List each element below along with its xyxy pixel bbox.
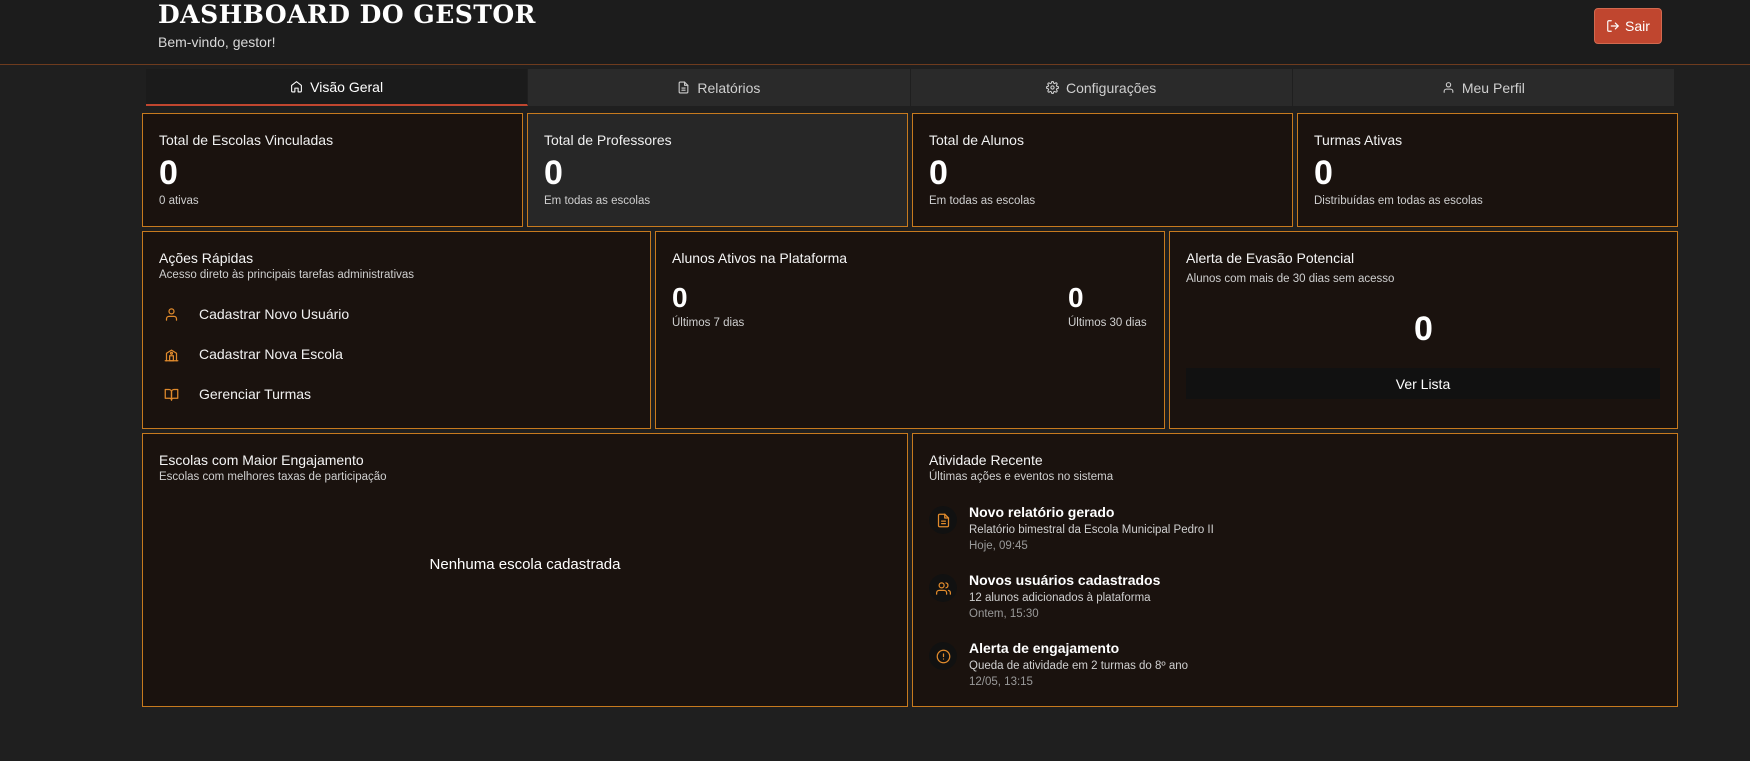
stat-card-alunos: Total de Alunos 0 Em todas as escolas xyxy=(912,113,1293,227)
activity-time: Hoje, 09:45 xyxy=(969,540,1028,552)
activity-time: Ontem, 15:30 xyxy=(969,608,1039,620)
activity-desc: Relatório bimestral da Escola Municipal … xyxy=(969,524,1214,536)
stat-value: 0 xyxy=(159,154,178,192)
alert-circle-icon xyxy=(929,642,957,670)
stat-label: Total de Escolas Vinculadas xyxy=(159,132,334,148)
activity-title: Novo relatório gerado xyxy=(969,504,1115,520)
activity-desc: 12 alunos adicionados à plataforma xyxy=(969,592,1151,604)
empty-state-text: Nenhuma escola cadastrada xyxy=(429,556,621,573)
book-icon xyxy=(159,382,183,406)
page-title: DASHBOARD DO GESTOR xyxy=(158,0,536,29)
activity-title: Alerta de engajamento xyxy=(969,640,1120,656)
tab-label: Visão Geral xyxy=(310,78,384,95)
last7-label: Últimos 7 dias xyxy=(672,317,745,329)
stat-card-professores: Total de Professores 0 Em todas as escol… xyxy=(527,113,908,227)
card-title: Atividade Recente xyxy=(929,452,1043,468)
activity-time: 12/05, 13:15 xyxy=(969,676,1033,688)
card-desc: Últimas ações e eventos no sistema xyxy=(929,471,1114,483)
activity-item: Alerta de engajamento Queda de atividade… xyxy=(929,640,1629,700)
card-title: Alerta de Evasão Potencial xyxy=(1186,250,1355,266)
card-desc: Alunos com mais de 30 dias sem acesso xyxy=(1186,273,1395,285)
stat-sub: Em todas as escolas xyxy=(544,195,651,207)
user-icon xyxy=(1443,82,1454,93)
stat-sub: Distribuídas em todas as escolas xyxy=(1314,195,1483,207)
stat-sub: Em todas as escolas xyxy=(929,195,1036,207)
top-schools-card: Escolas com Maior Engajamento Escolas co… xyxy=(142,433,908,707)
welcome-text: Bem-vindo, gestor! xyxy=(158,34,276,50)
stat-value: 0 xyxy=(1314,154,1333,192)
home-icon xyxy=(291,81,303,93)
card-desc: Acesso direto às principais tarefas admi… xyxy=(159,269,415,281)
action-label: Cadastrar Novo Usuário xyxy=(199,306,350,322)
stat-label: Total de Alunos xyxy=(929,132,1024,148)
activity-title: Novos usuários cadastrados xyxy=(969,572,1161,588)
tab-label: Meu Perfil xyxy=(1461,79,1525,96)
stat-card-turmas: Turmas Ativas 0 Distribuídas em todas as… xyxy=(1297,113,1678,227)
stat-sub: 0 ativas xyxy=(159,195,199,207)
activity-item: Novos usuários cadastrados 12 alunos adi… xyxy=(929,572,1629,632)
tab-configuracoes[interactable]: Configurações xyxy=(910,69,1293,106)
school-icon xyxy=(159,342,183,366)
stat-label: Total de Professores xyxy=(544,132,672,148)
quick-actions-card: Ações Rápidas Acesso direto às principai… xyxy=(142,231,651,429)
action-cadastrar-escola[interactable]: Cadastrar Nova Escola xyxy=(159,342,343,366)
logout-label: Sair xyxy=(1625,18,1650,34)
users-icon xyxy=(929,574,957,602)
recent-activity-card: Atividade Recente Últimas ações e evento… xyxy=(912,433,1678,707)
gear-icon xyxy=(1045,81,1059,94)
dropout-alert-card: Alerta de Evasão Potencial Alunos com ma… xyxy=(1169,231,1678,429)
document-icon xyxy=(678,81,689,94)
last30-value: 0 xyxy=(1068,282,1084,313)
top-header: DASHBOARD DO GESTOR Bem-vindo, gestor! S… xyxy=(0,0,1750,65)
tab-relatorios[interactable]: Relatórios xyxy=(528,69,911,106)
active-students-card: Alunos Ativos na Plataforma 0 Últimos 7 … xyxy=(655,231,1165,429)
tab-label: Relatórios xyxy=(697,79,761,96)
stat-label: Turmas Ativas xyxy=(1314,132,1403,148)
logout-icon xyxy=(1607,20,1619,32)
document-icon xyxy=(929,506,957,534)
card-title: Ações Rápidas xyxy=(159,250,254,266)
tab-visao-geral[interactable]: Visão Geral xyxy=(146,69,529,106)
stat-value: 0 xyxy=(544,154,563,192)
tab-bar: Visão Geral Relatórios Configurações Meu… xyxy=(146,69,1675,106)
stat-card-escolas: Total de Escolas Vinculadas 0 0 ativas xyxy=(142,113,523,227)
ver-lista-button[interactable]: Ver Lista xyxy=(1186,368,1660,399)
activity-desc: Queda de atividade em 2 turmas do 8º ano xyxy=(969,660,1189,672)
action-cadastrar-usuario[interactable]: Cadastrar Novo Usuário xyxy=(159,302,349,326)
tab-label: Configurações xyxy=(1065,79,1157,96)
activity-item: Novo relatório gerado Relatório bimestra… xyxy=(929,504,1629,564)
last7-value: 0 xyxy=(672,282,688,313)
stat-value: 0 xyxy=(929,154,948,192)
card-desc: Escolas com melhores taxas de participaç… xyxy=(159,471,387,483)
user-icon xyxy=(159,302,183,326)
card-title: Alunos Ativos na Plataforma xyxy=(672,250,848,266)
logout-button[interactable]: Sair xyxy=(1594,8,1662,44)
card-title: Escolas com Maior Engajamento xyxy=(159,452,364,468)
action-label: Gerenciar Turmas xyxy=(199,386,312,402)
tab-meu-perfil[interactable]: Meu Perfil xyxy=(1292,69,1675,106)
last30-label: Últimos 30 dias xyxy=(1068,317,1147,329)
action-label: Cadastrar Nova Escola xyxy=(199,346,343,362)
dropout-value: 0 xyxy=(1414,310,1433,348)
action-gerenciar-turmas[interactable]: Gerenciar Turmas xyxy=(159,382,311,406)
